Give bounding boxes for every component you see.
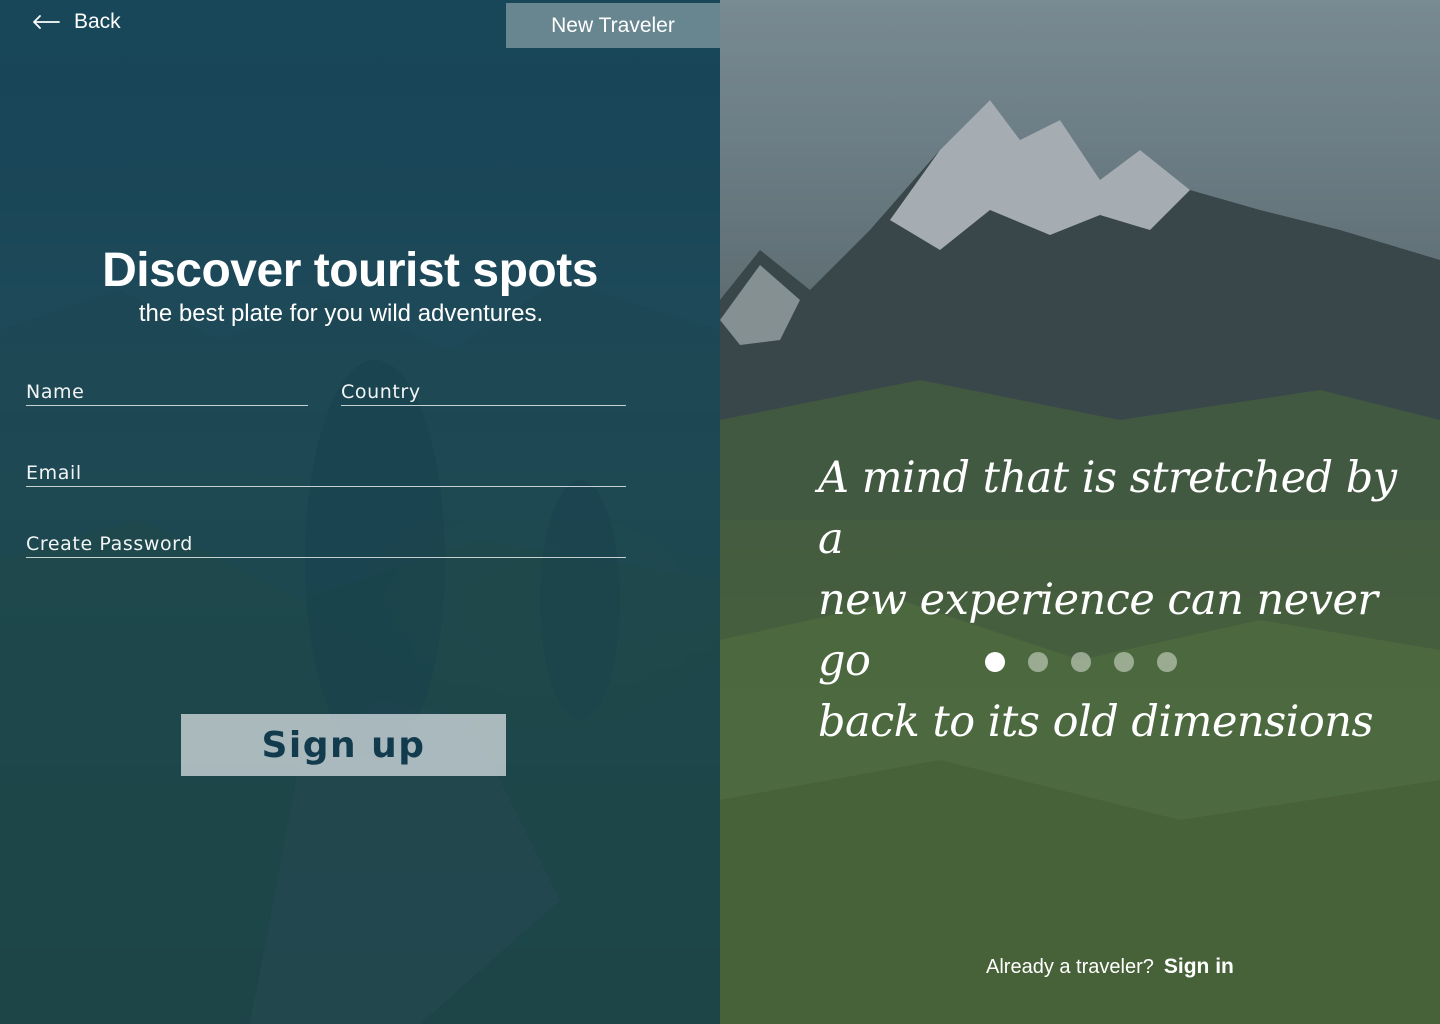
signin-prompt: Already a traveler? Sign in: [986, 955, 1234, 979]
carousel-dot-4[interactable]: [1114, 652, 1134, 672]
country-input[interactable]: [341, 381, 626, 405]
name-input[interactable]: [26, 381, 308, 405]
page-title: Discover tourist spots: [102, 244, 598, 297]
carousel-dot-1[interactable]: [985, 652, 1005, 672]
signin-prompt-text: Already a traveler?: [986, 956, 1154, 978]
country-field: [341, 381, 626, 406]
carousel-quote: A mind that is stretched by a new experi…: [818, 448, 1398, 753]
arrow-left-icon: [33, 15, 60, 29]
sign-in-link[interactable]: Sign in: [1164, 955, 1234, 979]
new-traveler-label: New Traveler: [551, 13, 675, 37]
hero-panel: A mind that is stretched by a new experi…: [720, 0, 1440, 1024]
page-subtitle: the best plate for you wild adventures.: [138, 300, 544, 327]
name-field: [26, 381, 308, 406]
carousel-pagination: [985, 652, 1177, 672]
email-field: [26, 462, 626, 487]
password-input[interactable]: [26, 533, 626, 557]
quote-line: A mind that is stretched by a: [818, 453, 1397, 564]
sign-up-button[interactable]: Sign up: [181, 714, 506, 776]
back-label: Back: [74, 10, 121, 33]
carousel-dot-2[interactable]: [1028, 652, 1048, 672]
password-field: [26, 533, 626, 558]
color-overlay: [0, 0, 720, 1024]
quote-line: new experience can never go: [818, 575, 1378, 686]
carousel-dot-5[interactable]: [1157, 652, 1177, 672]
new-traveler-tab[interactable]: New Traveler: [506, 3, 720, 48]
carousel-dot-3[interactable]: [1071, 652, 1091, 672]
quote-line: back to its old dimensions: [818, 697, 1374, 747]
signup-panel: Back New Traveler Discover tourist spots…: [0, 0, 720, 1024]
email-input[interactable]: [26, 462, 626, 486]
back-button[interactable]: Back: [32, 10, 121, 34]
